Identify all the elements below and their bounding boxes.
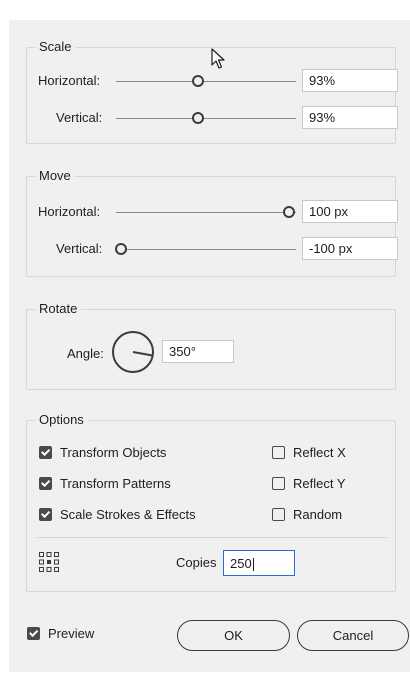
copies-input[interactable]: 250	[223, 550, 295, 576]
transform-objects-label: Transform Objects	[60, 445, 167, 460]
move-group: Move Horizontal: 100 px Vertical: -100 p…	[26, 168, 398, 277]
checkbox-box[interactable]	[39, 477, 52, 490]
move-horizontal-slider-knob[interactable]	[283, 206, 295, 218]
rotate-group: Rotate Angle: 350°	[26, 301, 396, 390]
scale-vertical-label: Vertical:	[56, 110, 103, 125]
scale-strokes-effects-checkbox[interactable]: Scale Strokes & Effects	[39, 507, 196, 522]
scale-legend: Scale	[35, 39, 76, 54]
scale-strokes-effects-label: Scale Strokes & Effects	[60, 507, 196, 522]
copies-value: 250	[230, 556, 252, 571]
scale-horizontal-slider-knob[interactable]	[192, 75, 204, 87]
transform-patterns-label: Transform Patterns	[60, 476, 171, 491]
reflect-x-label: Reflect X	[293, 445, 346, 460]
reflect-y-checkbox[interactable]: Reflect Y	[272, 476, 346, 491]
move-vertical-label: Vertical:	[56, 241, 103, 256]
move-vertical-slider-track[interactable]	[116, 249, 296, 250]
rotate-angle-label: Angle:	[67, 346, 104, 361]
move-vertical-input[interactable]: -100 px	[302, 237, 398, 260]
copies-label: Copies	[176, 555, 217, 570]
move-horizontal-label: Horizontal:	[38, 204, 101, 219]
preview-checkbox[interactable]: Preview	[27, 626, 94, 641]
transform-each-dialog: Scale Horizontal: 93% Vertical: 93% Move…	[9, 20, 410, 672]
rotate-angle-input[interactable]: 350°	[162, 340, 234, 363]
cancel-button[interactable]: Cancel	[297, 620, 409, 651]
move-vertical-slider-knob[interactable]	[115, 243, 127, 255]
scale-horizontal-input[interactable]: 93%	[302, 69, 398, 92]
checkbox-box[interactable]	[272, 508, 285, 521]
random-checkbox[interactable]: Random	[272, 507, 342, 522]
move-legend: Move	[35, 168, 75, 183]
mouse-cursor-icon	[211, 48, 225, 69]
checkbox-box[interactable]	[39, 446, 52, 459]
move-horizontal-input[interactable]: 100 px	[302, 200, 398, 223]
preview-label: Preview	[48, 626, 95, 641]
reflect-x-checkbox[interactable]: Reflect X	[272, 445, 346, 460]
scale-vertical-slider-track[interactable]	[116, 118, 296, 119]
scale-horizontal-label: Horizontal:	[38, 73, 101, 88]
move-horizontal-slider-track[interactable]	[116, 212, 296, 213]
transform-objects-checkbox[interactable]: Transform Objects	[39, 445, 166, 460]
random-label: Random	[293, 507, 343, 522]
options-legend: Options	[35, 412, 88, 427]
checkbox-box[interactable]	[272, 446, 285, 459]
scale-horizontal-slider-track[interactable]	[116, 81, 296, 82]
transform-patterns-checkbox[interactable]: Transform Patterns	[39, 476, 171, 491]
rotate-legend: Rotate	[35, 301, 82, 316]
checkbox-box[interactable]	[39, 508, 52, 521]
reflect-y-label: Reflect Y	[293, 476, 346, 491]
options-group: Options Transform Objects Transform Patt…	[26, 412, 396, 592]
angle-dial-icon[interactable]	[111, 330, 155, 374]
options-separator	[37, 537, 387, 538]
reference-point-grid-icon[interactable]	[38, 551, 60, 573]
scale-vertical-input[interactable]: 93%	[302, 106, 398, 129]
text-caret	[252, 558, 254, 572]
checkbox-box[interactable]	[27, 627, 40, 640]
scale-vertical-slider-knob[interactable]	[192, 112, 204, 124]
ok-button[interactable]: OK	[177, 620, 290, 651]
checkbox-box[interactable]	[272, 477, 285, 490]
